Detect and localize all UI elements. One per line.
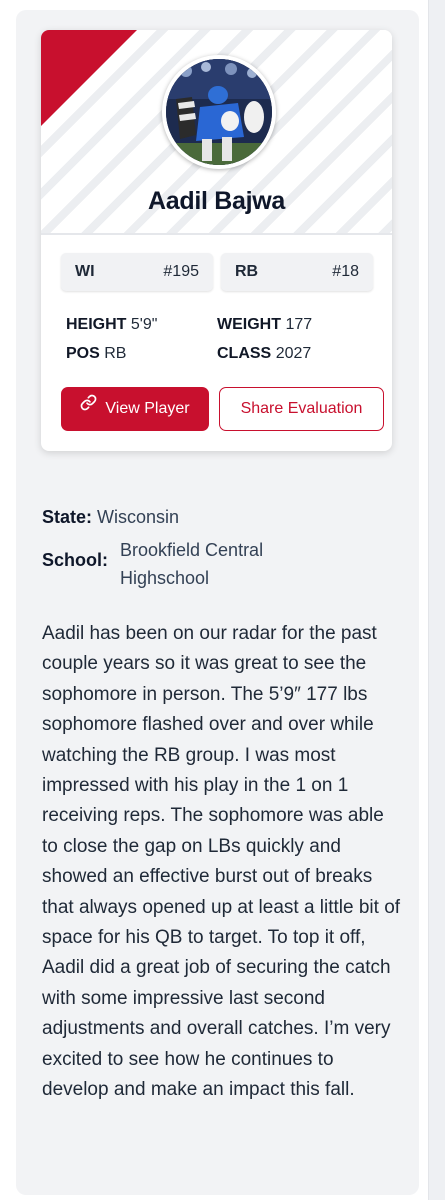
player-card: Aadil Bajwa WI #195 RB #18 HEIGHT 5'9" W… <box>41 30 392 451</box>
state-info: State: Wisconsin <box>42 507 179 528</box>
weight-value: 177 <box>285 316 313 333</box>
red-corner-accent <box>41 30 137 126</box>
class-value: 2027 <box>275 345 312 362</box>
state-label: State: <box>42 507 93 527</box>
weight-label: WEIGHT <box>217 316 281 333</box>
state-rank: #195 <box>163 263 199 280</box>
position-abbr: RB <box>235 263 259 280</box>
share-evaluation-button[interactable]: Share Evaluation <box>219 387 384 431</box>
pos-label: POS <box>66 345 100 362</box>
player-avatar <box>162 55 276 169</box>
school-value-line2: Highschool <box>120 568 210 588</box>
card-header: Aadil Bajwa <box>41 30 392 235</box>
player-photo-icon <box>166 59 272 165</box>
school-label-wrap: School: <box>42 550 108 571</box>
school-value: Brookfield Central Highschool <box>120 536 263 592</box>
player-name: Aadil Bajwa <box>147 187 286 215</box>
height-value: 5'9" <box>130 316 158 333</box>
school-label: School: <box>42 550 108 570</box>
height-label: HEIGHT <box>66 316 127 333</box>
state-rank-chip: WI #195 <box>61 253 213 291</box>
height-stat: HEIGHT 5'9" <box>66 316 157 334</box>
pos-value: RB <box>104 345 127 362</box>
view-player-button[interactable]: View Player <box>61 387 209 431</box>
share-evaluation-label: Share Evaluation <box>240 400 363 417</box>
evaluation-text: Aadil has been on our radar for the past… <box>42 623 401 1101</box>
scroll-edge <box>428 0 445 1200</box>
weight-stat: WEIGHT 177 <box>217 316 312 334</box>
pos-stat: POS RB <box>66 345 126 363</box>
class-stat: CLASS 2027 <box>217 345 311 363</box>
position-rank-chip: RB #18 <box>221 253 373 291</box>
class-label: CLASS <box>217 345 272 362</box>
school-value-line1: Brookfield Central <box>120 540 264 560</box>
position-rank: #18 <box>332 263 359 280</box>
state-value: Wisconsin <box>97 507 180 527</box>
view-player-label: View Player <box>105 400 190 417</box>
state-abbr: WI <box>75 263 95 280</box>
link-icon <box>80 385 97 429</box>
